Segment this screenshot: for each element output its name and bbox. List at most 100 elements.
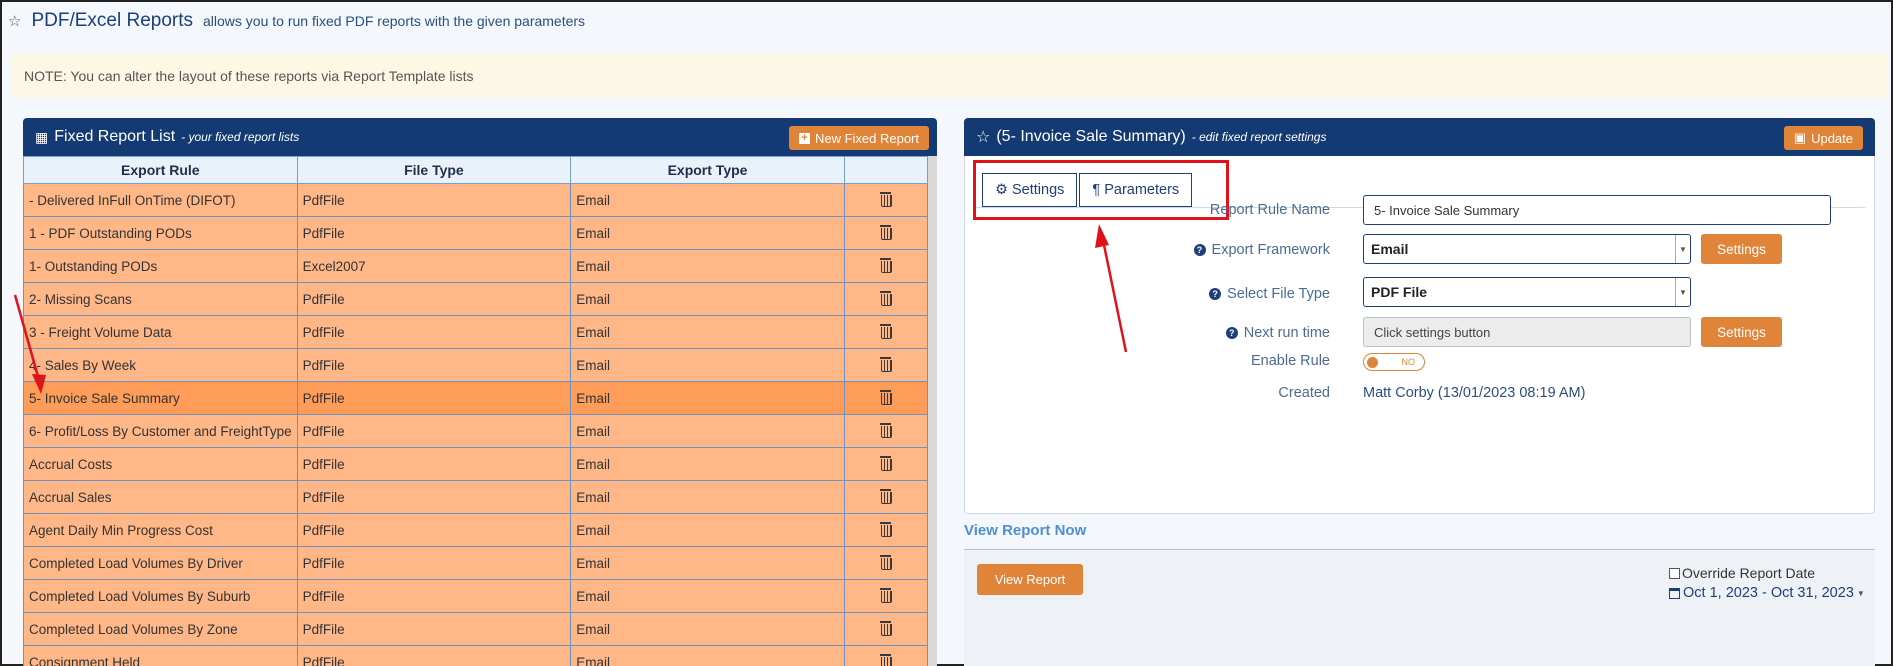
trash-icon[interactable] (880, 653, 893, 666)
enable-rule-toggle[interactable]: NO (1363, 353, 1425, 371)
table-row[interactable]: Completed Load Volumes By Suburb PdfFile E… (23, 579, 929, 613)
date-range-picker[interactable]: Oct 1, 2023 - Oct 31, 2023 ▼ (1669, 585, 1865, 601)
export-rule-cell[interactable]: Accrual Costs (23, 447, 298, 481)
table-row[interactable]: Accrual Costs PdfFile Email (23, 447, 929, 481)
export-type-cell[interactable]: Email (570, 645, 845, 666)
export-rule-cell[interactable]: 1 - PDF Outstanding PODs (23, 216, 298, 250)
table-row[interactable]: 4- Sales By Week PdfFile Email (23, 348, 929, 382)
file-type-cell[interactable]: PdfFile (296, 414, 572, 448)
table-row[interactable]: Accrual Sales PdfFile Email (23, 480, 929, 514)
export-rule-cell[interactable]: Consignment Held (23, 645, 298, 666)
table-row[interactable]: 2- Missing Scans PdfFile Email (23, 282, 929, 316)
table-scrollbar[interactable] (928, 156, 937, 666)
file-type-cell[interactable]: PdfFile (296, 447, 572, 481)
trash-icon[interactable] (880, 356, 893, 372)
trash-icon[interactable] (880, 191, 893, 207)
file-type-cell[interactable]: PdfFile (296, 282, 572, 316)
override-checkbox[interactable] (1669, 567, 1680, 579)
export-type-cell[interactable]: Email (570, 216, 845, 250)
override-label: Override Report Date (1682, 565, 1816, 581)
column-header-file-type[interactable]: File Type (296, 156, 572, 184)
view-report-button[interactable]: View Report (977, 564, 1083, 595)
export-rule-cell[interactable]: 3 - Freight Volume Data (23, 315, 298, 349)
export-rule-cell[interactable]: Completed Load Volumes By Zone (23, 612, 298, 646)
trash-icon[interactable] (880, 488, 893, 504)
trash-icon[interactable] (880, 290, 893, 306)
table-row[interactable]: Agent Daily Min Progress Cost PdfFile Emai… (23, 513, 929, 547)
table-row[interactable]: 5- Invoice Sale Summary PdfFile Email (23, 381, 929, 415)
export-type-cell[interactable]: Email (570, 480, 845, 514)
file-type-cell[interactable]: PdfFile (296, 216, 572, 250)
export-type-cell[interactable]: Email (570, 348, 845, 382)
next-run-settings-button[interactable]: Settings (1701, 317, 1782, 347)
trash-icon[interactable] (880, 587, 893, 603)
table-row[interactable]: Completed Load Volumes By Driver PdfFile E… (23, 546, 929, 580)
export-rule-cell[interactable]: 4- Sales By Week (23, 348, 298, 382)
table-row[interactable]: 1 - PDF Outstanding PODs PdfFile Email (23, 216, 929, 250)
trash-icon[interactable] (880, 455, 893, 471)
file-type-cell[interactable]: PdfFile (296, 381, 572, 415)
table-row[interactable]: - Delivered InFull OnTime (DIFOT) PdfFile… (23, 183, 929, 217)
file-type-select[interactable]: PDF File ▼ (1363, 277, 1691, 307)
export-rule-cell[interactable]: 1- Outstanding PODs (23, 249, 298, 283)
column-header-export-type[interactable]: Export Type (570, 156, 845, 184)
export-type-cell[interactable]: Email (570, 183, 845, 217)
trash-icon[interactable] (880, 554, 893, 570)
export-type-cell[interactable]: Email (570, 513, 845, 547)
export-rule-cell[interactable]: 6- Profit/Loss By Customer and FreightTy… (23, 414, 298, 448)
table-row[interactable]: Completed Load Volumes By Zone PdfFile Ema… (23, 612, 929, 646)
export-type-cell[interactable]: Email (570, 579, 845, 613)
export-type-cell[interactable]: Email (570, 546, 845, 580)
help-icon[interactable]: ? (1193, 244, 1206, 256)
export-type-cell[interactable]: Email (570, 249, 845, 283)
trash-icon[interactable] (880, 521, 893, 537)
trash-icon[interactable] (880, 224, 893, 240)
column-header-export-rule[interactable]: Export Rule (23, 156, 298, 184)
export-type-cell[interactable]: Email (570, 315, 845, 349)
file-type-cell[interactable]: PdfFile (296, 546, 572, 580)
trash-icon[interactable] (880, 620, 893, 636)
star-icon[interactable]: ☆ (8, 12, 21, 30)
rule-name-input[interactable]: 5- Invoice Sale Summary (1363, 195, 1831, 225)
file-type-cell[interactable]: PdfFile (296, 480, 572, 514)
file-type-cell[interactable]: PdfFile (296, 645, 572, 666)
export-rule-cell[interactable]: Completed Load Volumes By Suburb (23, 579, 298, 613)
file-type-cell[interactable]: PdfFile (296, 612, 572, 646)
trash-icon[interactable] (880, 422, 893, 438)
trash-icon[interactable] (880, 389, 893, 405)
framework-settings-button[interactable]: Settings (1701, 234, 1782, 264)
help-icon[interactable]: ? (1209, 288, 1222, 300)
export-rule-cell[interactable]: Accrual Sales (23, 480, 298, 514)
list-panel-header: ▦ Fixed Report List - your fixed report … (23, 118, 937, 156)
table-row[interactable]: 6- Profit/Loss By Customer and FreightTy… (23, 414, 929, 448)
export-rule-cell[interactable]: - Delivered InFull OnTime (DIFOT) (23, 183, 298, 217)
file-type-cell[interactable]: PdfFile (296, 183, 572, 217)
file-type-cell[interactable]: PdfFile (296, 348, 572, 382)
export-type-cell[interactable]: Email (570, 282, 845, 316)
help-icon[interactable]: ? (1225, 327, 1238, 339)
table-row[interactable]: 3 - Freight Volume Data PdfFile Email (23, 315, 929, 349)
trash-icon[interactable] (880, 323, 893, 339)
note-banner: NOTE: You can alter the layout of these … (12, 54, 1887, 98)
export-type-cell[interactable]: Email (570, 447, 845, 481)
export-type-cell[interactable]: Email (570, 612, 845, 646)
file-type-cell[interactable]: PdfFile (296, 513, 572, 547)
update-button[interactable]: ▣ Update (1783, 126, 1863, 150)
export-rule-cell[interactable]: 2- Missing Scans (23, 282, 298, 316)
delete-cell (843, 447, 929, 481)
override-report-date[interactable]: Override Report Date (1669, 565, 1815, 581)
export-rule-cell[interactable]: Completed Load Volumes By Driver (23, 546, 298, 580)
export-type-cell[interactable]: Email (570, 381, 845, 415)
view-report-now-heading[interactable]: View Report Now (964, 522, 1086, 539)
table-row[interactable]: Consignment Held PdfFile Email (23, 645, 929, 666)
export-framework-select[interactable]: Email ▼ (1363, 234, 1691, 264)
export-rule-cell[interactable]: 5- Invoice Sale Summary (23, 381, 298, 415)
file-type-cell[interactable]: PdfFile (296, 315, 572, 349)
file-type-cell[interactable]: PdfFile (296, 579, 572, 613)
file-type-cell[interactable]: Excel2007 (296, 249, 572, 283)
trash-icon[interactable] (880, 257, 893, 273)
export-type-cell[interactable]: Email (570, 414, 845, 448)
export-rule-cell[interactable]: Agent Daily Min Progress Cost (23, 513, 298, 547)
new-fixed-report-button[interactable]: + New Fixed Report (788, 126, 929, 150)
table-row[interactable]: 1- Outstanding PODs Excel2007 Email (23, 249, 929, 283)
